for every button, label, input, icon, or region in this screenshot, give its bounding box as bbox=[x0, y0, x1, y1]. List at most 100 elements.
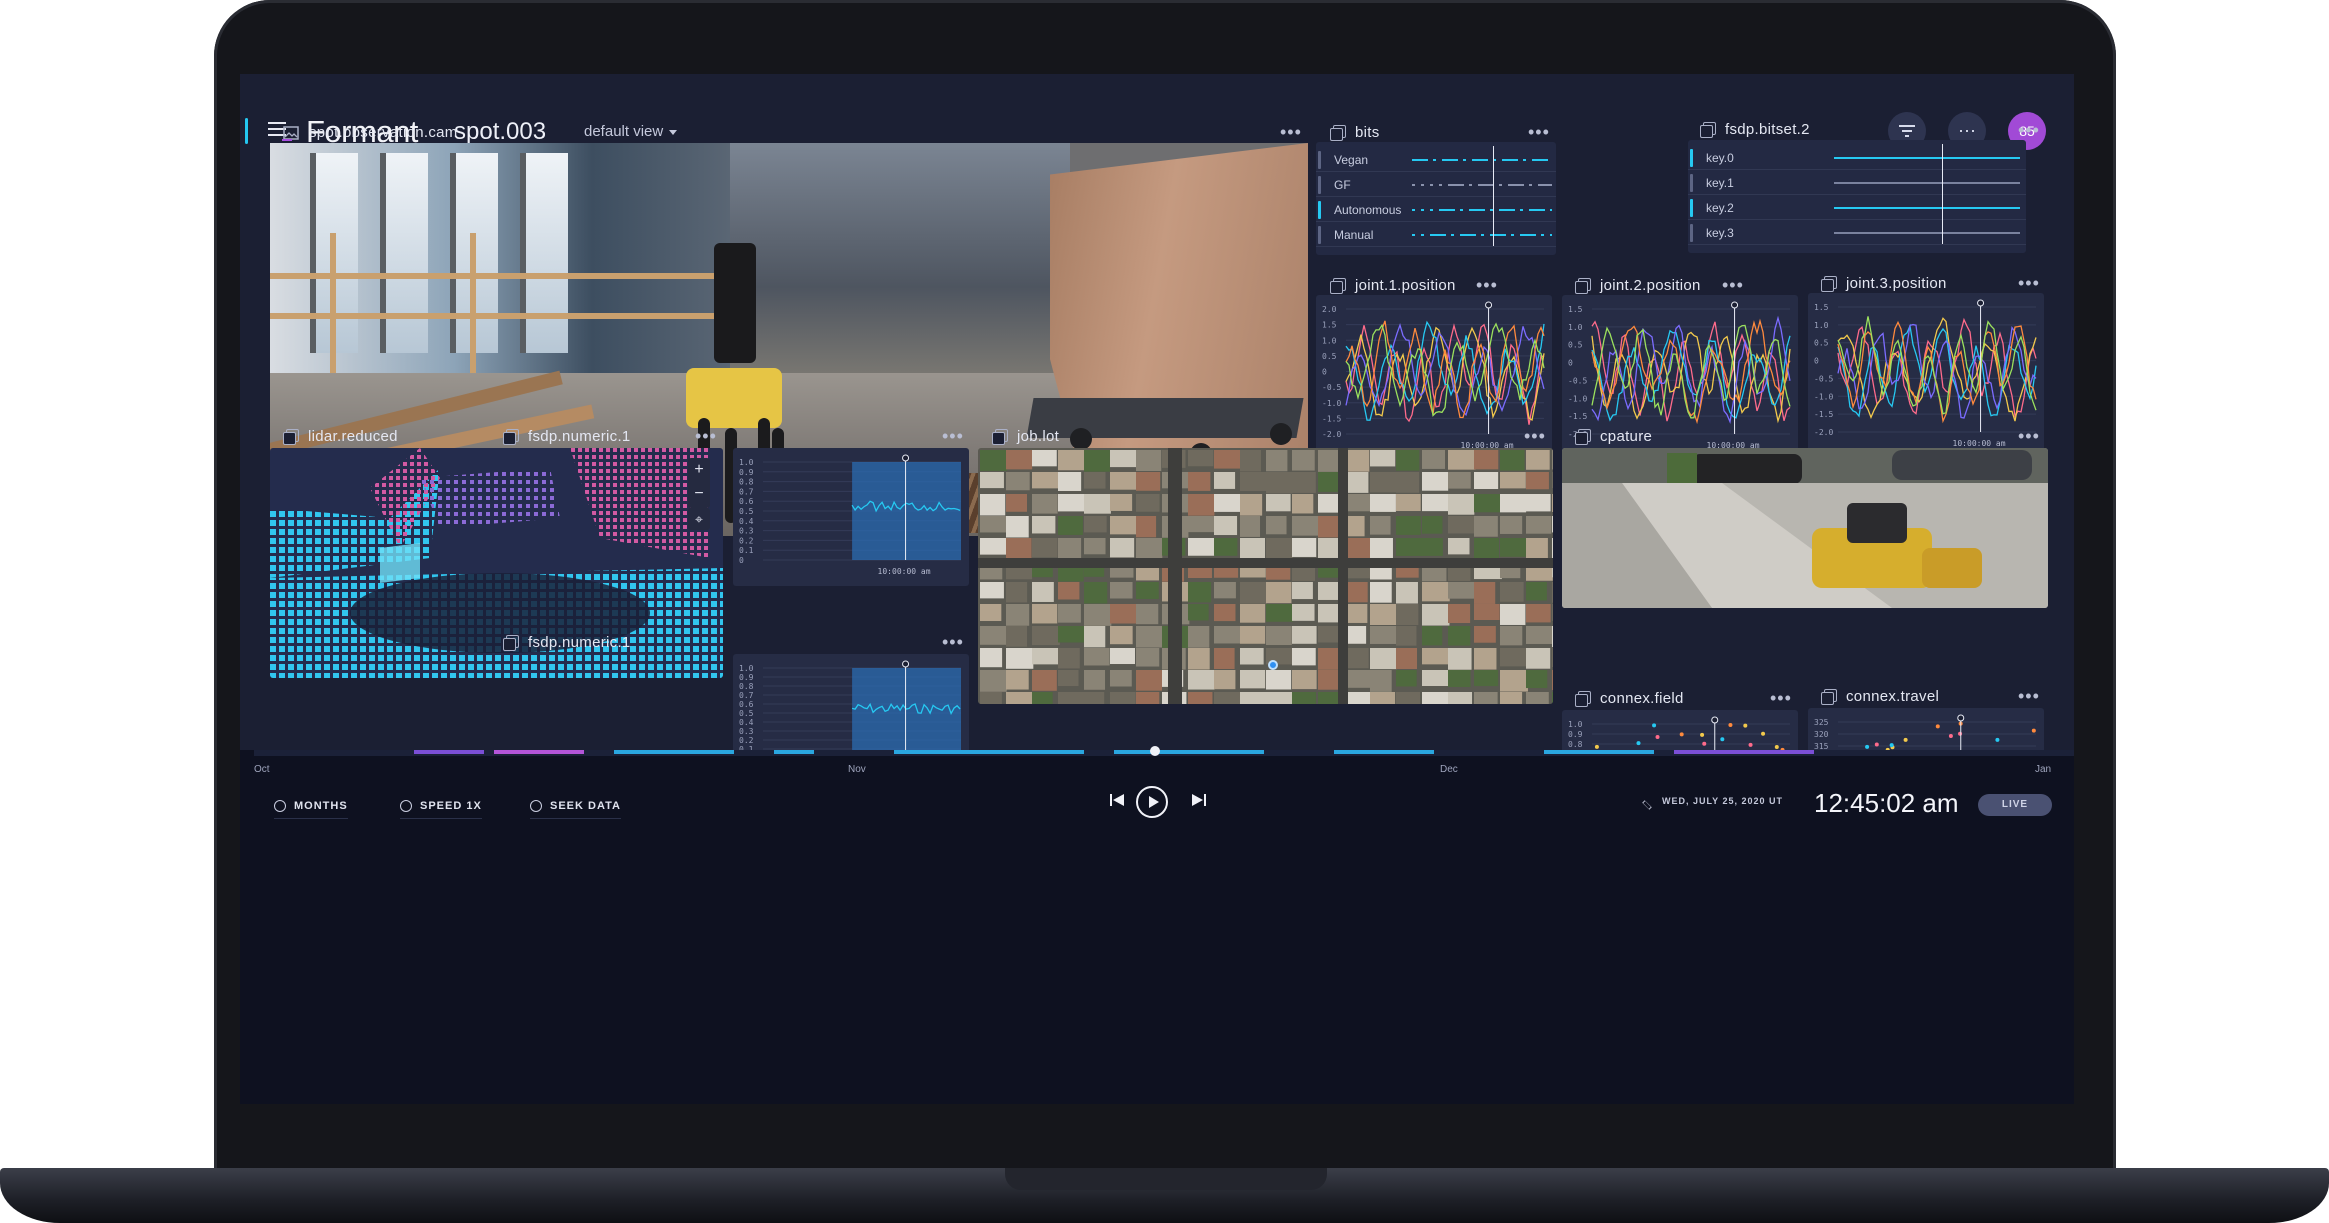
map-building bbox=[1292, 450, 1315, 471]
y-tick-label: 0.6 bbox=[739, 497, 754, 506]
map-building bbox=[1084, 538, 1106, 555]
map-building bbox=[1058, 582, 1080, 600]
bit-track bbox=[1834, 157, 2020, 159]
bits-panel-menu[interactable]: ••• bbox=[1528, 122, 1550, 143]
month-label: Nov bbox=[848, 764, 866, 775]
map-building bbox=[1422, 450, 1446, 469]
map-building bbox=[1188, 626, 1210, 648]
map-building bbox=[1006, 538, 1032, 559]
skip-back-icon[interactable] bbox=[1110, 794, 1124, 806]
y-tick-label: -1.0 bbox=[1568, 394, 1587, 403]
lidar-view[interactable] bbox=[270, 448, 723, 678]
map-view[interactable] bbox=[978, 448, 1553, 704]
map-building bbox=[1136, 516, 1157, 538]
map-building bbox=[1084, 582, 1108, 604]
scatter-point bbox=[1761, 731, 1766, 736]
skip-forward-icon[interactable] bbox=[1192, 794, 1206, 806]
map-building bbox=[1006, 450, 1033, 470]
map-building bbox=[1058, 538, 1082, 560]
connexfield-panel-menu[interactable]: ••• bbox=[1770, 688, 1792, 709]
map-building bbox=[1448, 626, 1471, 646]
time-label: 12:45:02 am bbox=[1814, 788, 1959, 818]
bit-row-divider bbox=[1316, 196, 1556, 197]
connexfield-panel-title: connex.field bbox=[1600, 690, 1684, 707]
bit-row: GF bbox=[1316, 173, 1556, 197]
map-building bbox=[1084, 692, 1105, 704]
map-building bbox=[1292, 472, 1316, 493]
panel-icon bbox=[1330, 125, 1346, 141]
map-building bbox=[1526, 472, 1549, 490]
numeric1-panel-menu[interactable]: ••• bbox=[942, 426, 964, 447]
recenter-button[interactable]: ⌖ bbox=[688, 508, 710, 530]
chart-plot: 1.00.90.80.70.60.50.40.30.20.10 10:00:00 … bbox=[739, 454, 961, 576]
map-building bbox=[1058, 516, 1083, 535]
panel-icon bbox=[992, 429, 1008, 445]
map-building bbox=[1526, 648, 1551, 669]
map-building bbox=[980, 472, 1004, 489]
lidar-panel-menu[interactable]: ••• bbox=[695, 426, 717, 447]
map-building bbox=[1058, 472, 1082, 492]
zoom-in-button[interactable]: + bbox=[688, 458, 710, 482]
view-selector[interactable]: default view bbox=[584, 123, 678, 140]
connextravel-panel-menu[interactable]: ••• bbox=[2018, 686, 2040, 707]
map-building bbox=[1370, 538, 1393, 558]
joblot-panel-menu[interactable]: ••• bbox=[1524, 426, 1546, 447]
bitset-panel-header: fsdp.bitset.2 bbox=[1700, 121, 1810, 138]
capture-panel-menu[interactable]: ••• bbox=[2018, 426, 2040, 447]
map-building bbox=[1084, 472, 1106, 489]
map-building bbox=[1474, 604, 1500, 621]
map-building bbox=[1422, 670, 1450, 687]
map-building bbox=[1032, 604, 1058, 624]
map-building bbox=[1448, 450, 1476, 470]
bit-mark bbox=[1529, 209, 1545, 211]
map-building bbox=[1396, 494, 1421, 512]
edit-time-icon[interactable] bbox=[1642, 800, 1652, 810]
map-building bbox=[1136, 472, 1161, 491]
numeric2-panel-menu[interactable]: ••• bbox=[942, 632, 964, 653]
bit-row-indicator bbox=[1690, 174, 1693, 192]
play-button[interactable] bbox=[1136, 786, 1168, 818]
bit-row-label: key.2 bbox=[1706, 201, 1734, 215]
timeline-track[interactable] bbox=[254, 750, 2074, 756]
map-street bbox=[1168, 448, 1182, 704]
y-tick-label: -1.0 bbox=[1814, 392, 1833, 401]
map-building bbox=[980, 450, 1008, 471]
numeric1-panel-title: fsdp.numeric.1 bbox=[528, 428, 631, 445]
joint3-panel-menu[interactable]: ••• bbox=[2018, 273, 2040, 294]
bitset-panel-menu[interactable]: ••• bbox=[2018, 120, 2040, 141]
map-building bbox=[1188, 582, 1212, 603]
numeric1-chart: 1.0 0.9 0.8 0.7 0.6 0.5 0.4 0.3 0.2 0.1 0 10:00:00 … bbox=[733, 448, 969, 586]
y-tick-label: 0.4 bbox=[739, 718, 754, 727]
bit-row-label: key.0 bbox=[1706, 151, 1734, 165]
zoom-out-button[interactable]: − bbox=[688, 482, 710, 506]
bit-mark bbox=[1550, 209, 1552, 211]
map-building bbox=[1240, 692, 1267, 704]
live-button[interactable]: LIVE bbox=[1978, 794, 2052, 816]
bit-row-label: Manual bbox=[1334, 228, 1374, 242]
timeline-data-segment bbox=[1544, 750, 1654, 754]
bit-mark bbox=[1499, 209, 1515, 211]
timeline-scrubber[interactable] bbox=[1150, 746, 1160, 756]
bit-row-label: key.1 bbox=[1706, 176, 1734, 190]
camera-panel-menu[interactable]: ••• bbox=[1280, 122, 1302, 143]
y-tick-label: 0.5 bbox=[1322, 352, 1337, 361]
map-building bbox=[1422, 516, 1443, 534]
map-building bbox=[1266, 692, 1294, 704]
map-building bbox=[1396, 604, 1419, 626]
y-tick-label: 0.8 bbox=[739, 478, 754, 487]
joint2-panel-menu[interactable]: ••• bbox=[1722, 275, 1744, 296]
map-building bbox=[1214, 538, 1238, 556]
numeric1-panel-header: fsdp.numeric.1 bbox=[503, 428, 631, 445]
scatter-point bbox=[1652, 723, 1657, 728]
map-building bbox=[1084, 516, 1107, 533]
speed-button[interactable]: SPEED 1X bbox=[400, 800, 482, 819]
months-button[interactable]: MONTHS bbox=[274, 800, 348, 819]
bit-row: key.2 bbox=[1688, 196, 2026, 220]
seek-data-button[interactable]: SEEK DATA bbox=[530, 800, 621, 819]
bit-mark bbox=[1412, 184, 1415, 186]
y-tick-label: 0 bbox=[1322, 368, 1327, 377]
panel-icon bbox=[1821, 276, 1837, 292]
y-tick-label: 0.9 bbox=[1568, 730, 1583, 739]
joint1-panel-menu[interactable]: ••• bbox=[1476, 275, 1498, 296]
map-building bbox=[1188, 516, 1215, 533]
